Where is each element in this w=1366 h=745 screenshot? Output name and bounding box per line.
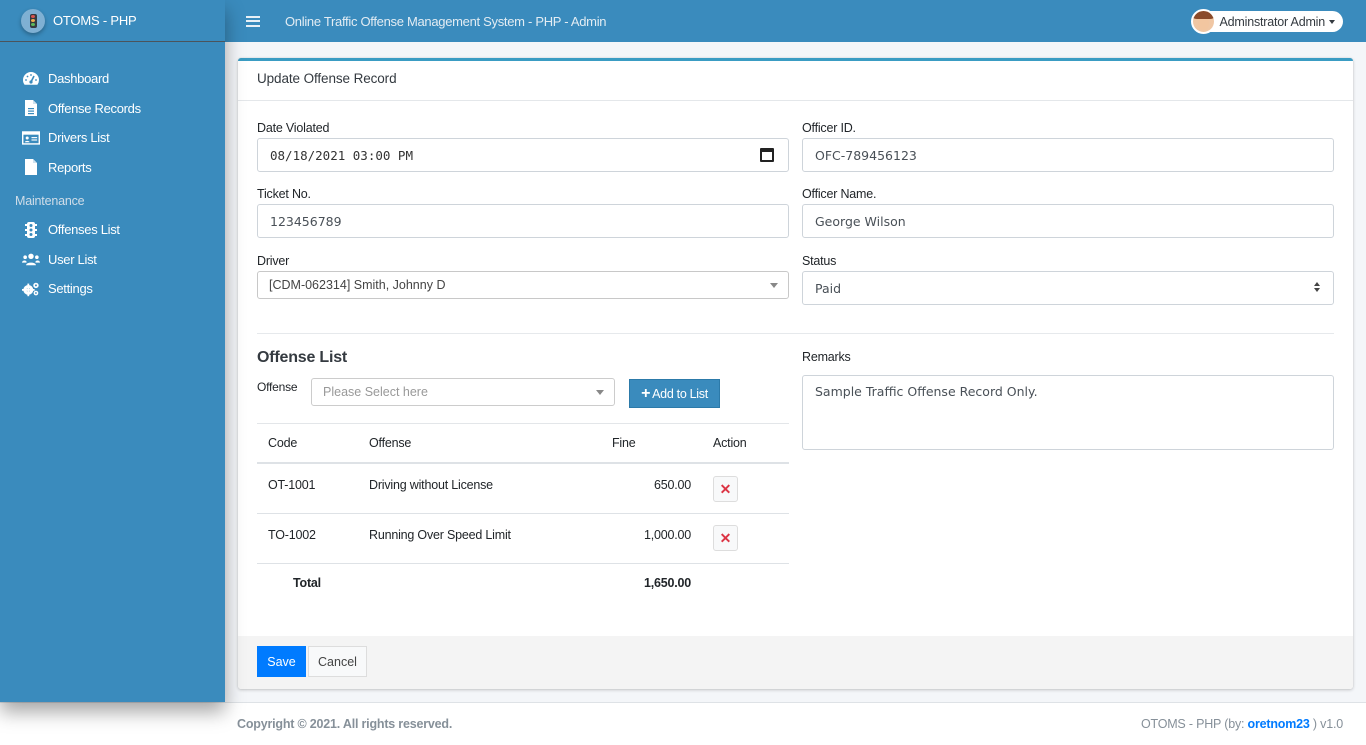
offense-fine: 1,000.00: [643, 528, 691, 542]
traffic-light-icon: [22, 221, 40, 238]
offense-label: Offense: [257, 380, 298, 394]
table-total-row: Total 1,650.00: [257, 564, 789, 604]
total-value: 1,650.00: [643, 576, 691, 590]
driver-label: Driver: [257, 254, 290, 268]
credits-prefix: OTOMS - PHP (by:: [1140, 717, 1248, 731]
column-header-code: Code: [268, 436, 298, 450]
card-body: Date Violated 08/18/2021 03:00 PM Ticket…: [238, 101, 1353, 638]
driver-value: [CDM-062314] Smith, Johnny D: [269, 278, 446, 292]
status-value: Paid: [815, 280, 842, 296]
officer-id-label: Officer ID.: [802, 121, 856, 135]
column-header-fine: Fine: [612, 436, 636, 450]
user-menu-dropdown[interactable]: Adminstrator Admin: [1190, 9, 1343, 34]
driver-select[interactable]: [CDM-062314] Smith, Johnny D: [257, 271, 789, 299]
copyright-text: Copyright © 2021. All rights reserved.: [237, 717, 453, 731]
offense-name: Running Over Speed Limit: [369, 528, 511, 542]
caret-down-icon: [1329, 19, 1335, 24]
topbar: Online Traffic Offense Management System…: [225, 0, 1366, 42]
update-offense-card: Update Offense Record Date Violated 08/1…: [238, 58, 1353, 689]
officer-id-input[interactable]: OFC-789456123: [802, 138, 1334, 172]
officer-name-label: Officer Name.: [802, 187, 877, 201]
credits-text: OTOMS - PHP (by: oretnom23 ) v1.0: [1141, 717, 1343, 731]
offense-list-title: Offense List: [257, 349, 348, 366]
add-to-list-label: Add to List: [652, 386, 708, 401]
remarks-label: Remarks: [802, 350, 851, 364]
remove-offense-button[interactable]: ✕: [713, 476, 738, 502]
id-card-icon: [22, 130, 40, 146]
sidebar-item-offenses-list[interactable]: Offenses List: [0, 215, 225, 245]
sidebar-item-label: Settings: [48, 281, 93, 297]
card-footer: Save Cancel: [238, 636, 1353, 689]
add-to-list-button[interactable]: + Add to List: [629, 379, 720, 408]
sidebar-item-label: Reports: [48, 159, 92, 175]
offense-code: OT-1001: [268, 478, 316, 492]
file-icon: [22, 159, 40, 176]
page-footer: Copyright © 2021. All rights reserved. O…: [0, 702, 1366, 745]
close-icon: ✕: [719, 529, 732, 546]
close-icon: ✕: [719, 480, 732, 497]
sidebar-item-label: User List: [48, 251, 97, 267]
calendar-icon[interactable]: [760, 148, 774, 162]
author-link[interactable]: oretnom23: [1248, 717, 1310, 731]
traffic-light-icon: [21, 8, 45, 33]
date-violated-label: Date Violated: [257, 121, 330, 135]
sidebar-item-drivers-list[interactable]: Drivers List: [0, 123, 225, 153]
save-button[interactable]: Save: [257, 646, 306, 677]
hamburger-icon[interactable]: [246, 13, 260, 29]
table-row: OT-1001 Driving without License 650.00 ✕: [257, 464, 789, 514]
column-header-action: Action: [713, 436, 747, 450]
card-title: Update Offense Record: [238, 61, 1353, 101]
officer-id-value: OFC-789456123: [815, 147, 917, 163]
cogs-icon: [22, 281, 40, 297]
sidebar: OTOMS - PHP Dashboard Offense Records Dr…: [0, 0, 225, 702]
column-header-offense: Offense: [369, 436, 412, 450]
date-violated-input[interactable]: 08/18/2021 03:00 PM: [257, 138, 789, 172]
brand-link[interactable]: OTOMS - PHP: [0, 0, 225, 42]
sidebar-item-settings[interactable]: Settings: [0, 274, 225, 304]
sidebar-item-reports[interactable]: Reports: [0, 153, 225, 183]
sidebar-item-label: Offense Records: [48, 100, 141, 116]
ticket-no-value: 123456789: [270, 213, 342, 229]
file-alt-icon: [22, 100, 40, 117]
remarks-textarea[interactable]: Sample Traffic Offense Record Only.: [802, 375, 1334, 450]
sidebar-item-label: Drivers List: [48, 130, 110, 146]
chevron-down-icon: [596, 390, 604, 395]
officer-name-value: George Wilson: [815, 213, 906, 229]
officer-name-input[interactable]: George Wilson: [802, 204, 1334, 238]
user-name: Adminstrator Admin: [1219, 14, 1326, 29]
sidebar-item-label: Offenses List: [48, 222, 120, 238]
offense-placeholder: Please Select here: [323, 385, 428, 399]
offense-name: Driving without License: [369, 478, 493, 492]
avatar: [1190, 9, 1216, 34]
date-violated-value: 08/18/2021 03:00 PM: [270, 147, 413, 163]
total-label: Total: [293, 576, 321, 590]
offense-select[interactable]: Please Select here: [311, 378, 615, 406]
remarks-value: Sample Traffic Offense Record Only.: [815, 384, 1038, 399]
chevron-down-icon: [770, 283, 778, 288]
sidebar-item-label: Dashboard: [48, 71, 109, 87]
divider: [257, 333, 1334, 334]
offense-code: TO-1002: [268, 528, 316, 542]
sidebar-section-maintenance: Maintenance: [15, 194, 85, 208]
ticket-no-input[interactable]: 123456789: [257, 204, 789, 238]
ticket-no-label: Ticket No.: [257, 187, 311, 201]
offense-fine: 650.00: [653, 478, 691, 492]
table-header: Code Offense Fine Action: [257, 423, 789, 464]
sort-icon: [1313, 282, 1321, 294]
plus-icon: +: [641, 384, 651, 402]
credits-suffix: ) v1.0: [1309, 717, 1343, 731]
sidebar-item-user-list[interactable]: User List: [0, 245, 225, 275]
tachometer-icon: [22, 71, 40, 87]
brand-name: OTOMS - PHP: [53, 13, 137, 28]
sidebar-item-offense-records[interactable]: Offense Records: [0, 94, 225, 124]
table-row: TO-1002 Running Over Speed Limit 1,000.0…: [257, 514, 789, 564]
users-icon: [22, 251, 40, 267]
status-select[interactable]: Paid: [802, 271, 1334, 305]
remove-offense-button[interactable]: ✕: [713, 525, 738, 551]
cancel-button[interactable]: Cancel: [308, 646, 367, 677]
sidebar-item-dashboard[interactable]: Dashboard: [0, 64, 225, 94]
status-label: Status: [802, 254, 837, 268]
sidebar-nav: Dashboard Offense Records Drivers List R…: [0, 42, 225, 304]
system-title: Online Traffic Offense Management System…: [285, 13, 607, 29]
